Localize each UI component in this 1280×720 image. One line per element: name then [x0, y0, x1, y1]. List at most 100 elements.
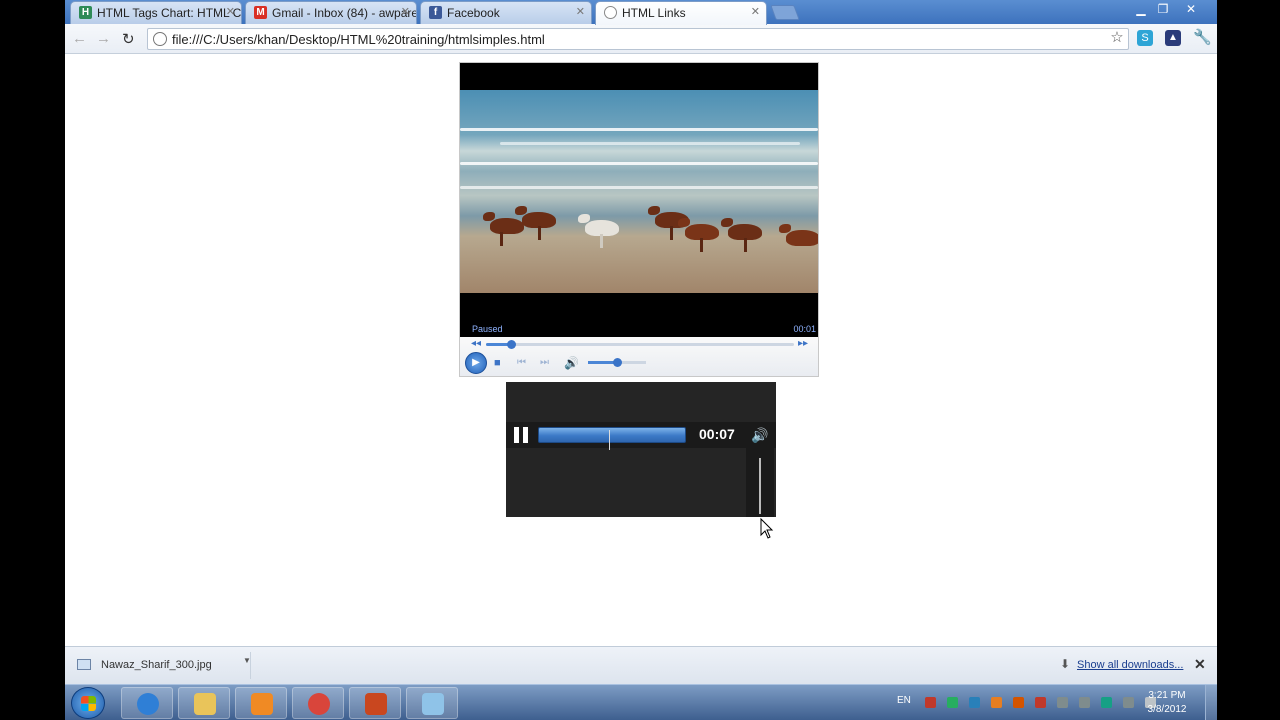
horse-leg — [600, 234, 603, 248]
mouse-pointer-icon — [760, 518, 774, 539]
facebook-favicon-icon: f — [429, 6, 442, 19]
horse-leg — [500, 232, 503, 246]
tab-facebook[interactable]: f Facebook ✕ — [420, 1, 592, 24]
language-indicator[interactable]: EN — [897, 695, 911, 706]
close-downloads-icon[interactable]: ✕ — [1194, 656, 1206, 673]
media-player-icon — [251, 693, 273, 715]
rewind-icon[interactable]: ◂◂ — [471, 338, 481, 349]
new-tab-button[interactable] — [770, 5, 800, 20]
downloads-bar: Nawaz_Sharif_300.jpg ▼ ⬇ Show all downlo… — [65, 646, 1217, 684]
previous-icon[interactable]: ⏮ — [517, 357, 526, 368]
show-desktop-button[interactable] — [1205, 685, 1217, 720]
horse — [483, 212, 524, 234]
html-editor-icon — [365, 693, 387, 715]
image-file-icon — [77, 659, 91, 670]
tab-html-links[interactable]: HTML Links ✕ — [595, 1, 767, 25]
tab-close-icon[interactable]: ✕ — [751, 5, 760, 18]
volume-track — [759, 458, 761, 514]
stop-icon[interactable]: ■ — [494, 357, 501, 369]
tab-close-icon[interactable]: ✕ — [226, 5, 235, 18]
tab-close-icon[interactable]: ✕ — [401, 5, 410, 18]
taskbar-media-player-button[interactable] — [235, 687, 287, 719]
playback-time: 00:01 — [793, 324, 816, 334]
next-icon[interactable]: ⏭ — [540, 357, 549, 368]
forward-icon[interactable]: → — [96, 30, 111, 47]
page-info-icon[interactable] — [153, 32, 167, 46]
video-controls: ◂◂ ▸▸ ▶ ■ ⏮ ⏭ 🔊 — [460, 337, 818, 376]
text-cursor — [609, 430, 610, 450]
volume-slider[interactable] — [588, 358, 646, 367]
wave — [500, 142, 800, 145]
audio-controls: 00:07 🔊 — [506, 422, 776, 450]
tab-gmail[interactable]: M Gmail - Inbox (84) - awpare ✕ — [245, 1, 417, 24]
tray-icon[interactable] — [1057, 697, 1068, 708]
chrome-icon — [308, 693, 330, 715]
download-arrow-icon: ⬇ — [1060, 657, 1071, 671]
video-frame-horses-beach[interactable] — [460, 90, 818, 293]
download-item[interactable]: Nawaz_Sharif_300.jpg ▼ — [71, 652, 251, 679]
volume-thumb[interactable] — [613, 358, 622, 367]
tab-close-icon[interactable]: ✕ — [576, 5, 585, 18]
bookmark-star-icon[interactable]: ☆ — [1109, 30, 1125, 46]
video-player[interactable]: Paused 00:01 ◂◂ ▸▸ ▶ ■ ⏮ ⏭ 🔊 — [459, 62, 819, 377]
chevron-down-icon[interactable]: ▼ — [243, 656, 251, 665]
seek-bar[interactable] — [486, 340, 794, 349]
taskbar-notepad-button[interactable] — [406, 687, 458, 719]
horse-leg — [700, 238, 703, 252]
wrench-icon[interactable]: 🔧 — [1193, 30, 1212, 46]
volume-icon[interactable]: 🔊 — [751, 427, 768, 444]
pause-button[interactable] — [512, 426, 530, 444]
url-text: file:///C:/Users/khan/Desktop/HTML%20tra… — [172, 32, 545, 47]
taskbar-chrome-button[interactable] — [292, 687, 344, 719]
extension-icon[interactable]: ▲ — [1165, 30, 1181, 46]
tray-icon[interactable] — [1123, 697, 1134, 708]
audio-volume-slider[interactable] — [746, 448, 774, 517]
tray-icon[interactable] — [1079, 697, 1090, 708]
notepad-icon — [422, 693, 444, 715]
clock-date: 3/8/2012 — [1147, 704, 1187, 715]
clock[interactable]: 3:21 PM 3/8/2012 — [1135, 689, 1199, 717]
windows-logo-icon — [81, 696, 96, 711]
seek-thumb[interactable] — [506, 340, 516, 349]
close-window-icon[interactable]: ✕ — [1178, 0, 1204, 18]
horse-leg — [744, 238, 747, 252]
tray-icon[interactable] — [947, 697, 958, 708]
tray-icon[interactable] — [925, 697, 936, 708]
tray-icon[interactable] — [969, 697, 980, 708]
internet-explorer-icon — [137, 693, 159, 715]
show-all-downloads-link[interactable]: Show all downloads... — [1077, 659, 1183, 671]
page-favicon-icon — [604, 6, 617, 19]
tab-strip: H HTML Tags Chart: HTML C ✕ M Gmail - In… — [65, 0, 1217, 25]
tab-label: HTML Tags Chart: HTML C — [97, 6, 242, 20]
tab-label: Gmail - Inbox (84) - awpare — [272, 6, 417, 20]
tab-label: Facebook — [447, 6, 500, 20]
fast-forward-icon[interactable]: ▸▸ — [798, 338, 808, 349]
volume-icon[interactable]: 🔊 — [564, 356, 579, 370]
tray-icon[interactable] — [1013, 697, 1024, 708]
browser-toolbar: ← → ↻ file:///C:/Users/khan/Desktop/HTML… — [65, 24, 1217, 54]
start-button[interactable] — [71, 687, 105, 719]
taskbar-internet-explorer-button[interactable] — [121, 687, 173, 719]
horse-leg — [538, 226, 541, 240]
browser-window: H HTML Tags Chart: HTML C ✕ M Gmail - In… — [65, 0, 1217, 720]
audio-player[interactable]: 00:07 🔊 — [506, 382, 776, 517]
wave — [460, 128, 818, 131]
tab-html-tags-chart[interactable]: H HTML Tags Chart: HTML C ✕ — [70, 1, 242, 24]
back-icon[interactable]: ← — [72, 30, 87, 47]
tray-icon[interactable] — [1035, 697, 1046, 708]
taskbar-html-editor-button[interactable] — [349, 687, 401, 719]
tray-icon[interactable] — [1101, 697, 1112, 708]
play-button[interactable]: ▶ — [465, 352, 487, 374]
html-tags-favicon-icon: H — [79, 6, 92, 19]
clock-time: 3:21 PM — [1148, 690, 1186, 701]
skype-extension-icon[interactable]: S — [1137, 30, 1153, 46]
reload-icon[interactable]: ↻ — [122, 30, 135, 48]
address-bar[interactable]: file:///C:/Users/khan/Desktop/HTML%20tra… — [147, 28, 1129, 50]
wave — [460, 162, 818, 165]
audio-progress-bar[interactable] — [538, 427, 686, 450]
pause-bar — [523, 427, 528, 443]
restore-icon[interactable]: ❐ — [1150, 0, 1176, 18]
tray-icon[interactable] — [991, 697, 1002, 708]
tab-label: HTML Links — [622, 6, 686, 20]
taskbar-windows-explorer-button[interactable] — [178, 687, 230, 719]
